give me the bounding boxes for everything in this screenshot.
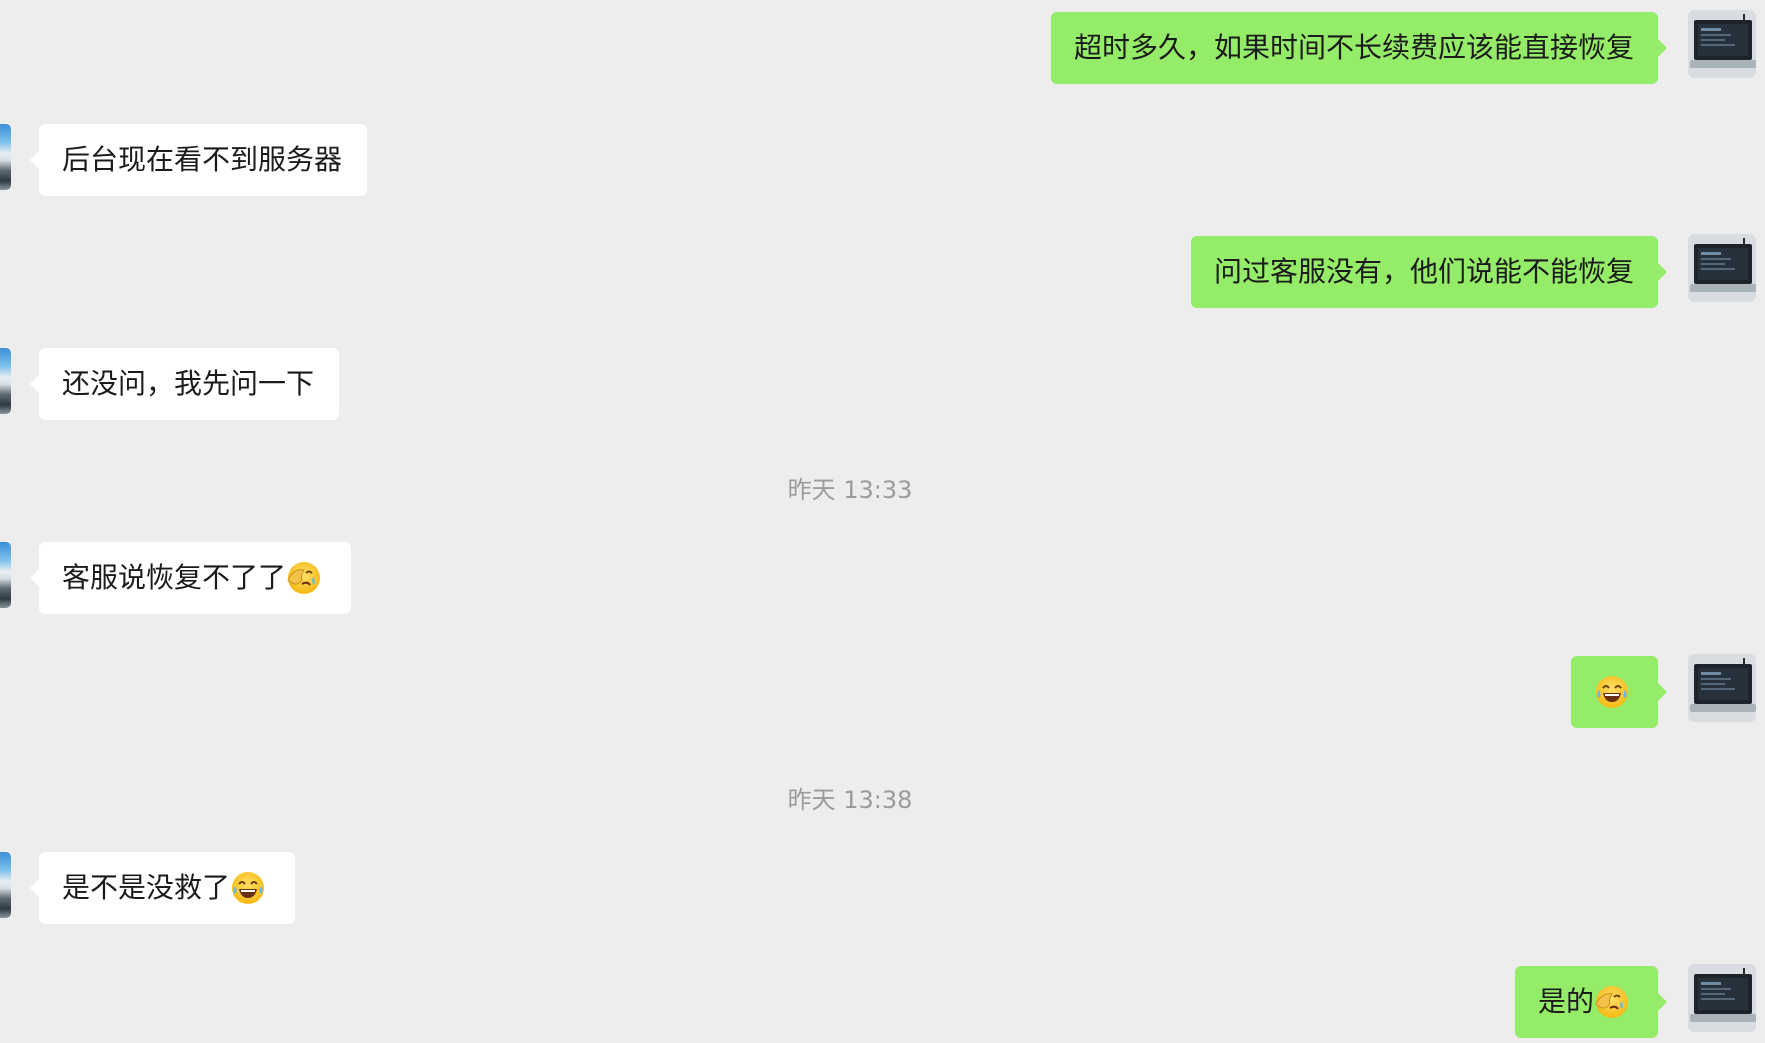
laptop-avatar-icon (1688, 654, 1756, 722)
facepalm-emoji-icon (286, 560, 322, 596)
avatar[interactable] (0, 348, 11, 414)
laptop-avatar-icon (1688, 10, 1756, 78)
message-text: 是不是没救了 (62, 871, 231, 904)
avatar[interactable] (1688, 654, 1756, 722)
message-text: 还没问，我先问一下 (62, 367, 315, 400)
message-text: 是的 (1538, 985, 1595, 1018)
laptop-avatar-icon (1688, 964, 1756, 1032)
message-bubble-incoming[interactable]: 还没问，我先问一下 (30, 348, 339, 420)
avatar[interactable] (0, 542, 11, 608)
avatar[interactable] (0, 124, 11, 190)
avatar[interactable] (1688, 964, 1756, 1032)
tears-of-joy-emoji-icon (1594, 674, 1630, 710)
timestamp: 昨天 13:33 (787, 476, 913, 504)
laptop-avatar-icon (1688, 234, 1756, 302)
message-bubble-outgoing[interactable] (1571, 656, 1667, 728)
message-bubble-incoming[interactable]: 后台现在看不到服务器 (30, 124, 367, 196)
timestamp: 昨天 13:38 (787, 786, 913, 814)
message-text: 问过客服没有，他们说能不能恢复 (1214, 255, 1635, 288)
avatar[interactable] (1688, 10, 1756, 78)
message-text: 超时多久，如果时间不长续费应该能直接恢复 (1074, 31, 1635, 64)
avatar[interactable] (1688, 234, 1756, 302)
tears-of-joy-emoji-icon (230, 870, 266, 906)
message-text: 客服说恢复不了了 (62, 561, 287, 594)
message-bubble-incoming[interactable]: 是不是没救了 (30, 852, 295, 924)
message-bubble-outgoing[interactable]: 问过客服没有，他们说能不能恢复 (1191, 236, 1667, 308)
avatar[interactable] (0, 852, 11, 918)
message-bubble-outgoing[interactable]: 是的 (1515, 966, 1667, 1038)
message-text: 后台现在看不到服务器 (62, 143, 343, 176)
facepalm-emoji-icon (1594, 984, 1630, 1020)
message-bubble-outgoing[interactable]: 超时多久，如果时间不长续费应该能直接恢复 (1051, 12, 1667, 84)
message-bubble-incoming[interactable]: 客服说恢复不了了 (30, 542, 351, 614)
